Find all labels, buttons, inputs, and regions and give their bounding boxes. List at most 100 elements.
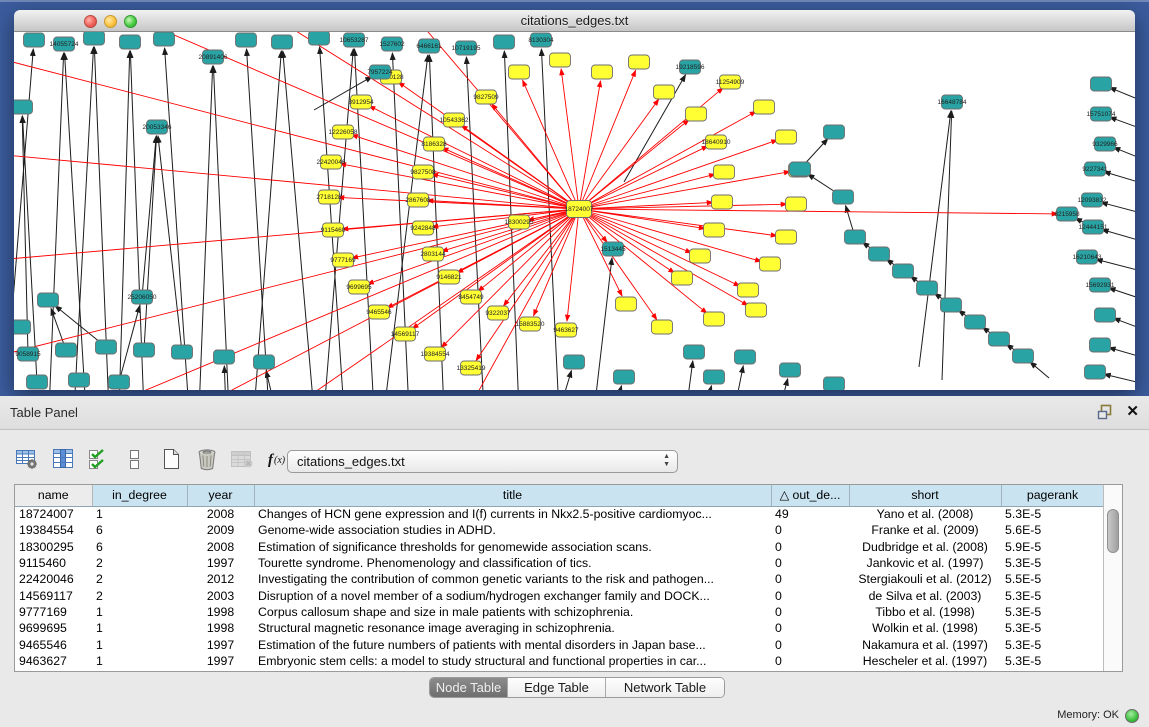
cell-pagerank[interactable]: 5.3E-5 <box>1001 506 1104 522</box>
cell-year[interactable]: 1998 <box>187 604 254 620</box>
cell-year[interactable]: 1997 <box>187 555 254 571</box>
cell-name[interactable]: 22420046 <box>15 571 92 587</box>
yellow-node[interactable] <box>686 107 707 121</box>
cell-title[interactable]: Disruption of a novel member of a sodium… <box>254 587 771 603</box>
table-row[interactable]: 946554611997Estimation of the future num… <box>15 636 1104 652</box>
show-columns-button[interactable] <box>48 444 78 474</box>
teal-node[interactable] <box>1085 365 1106 379</box>
teal-node[interactable] <box>614 370 635 384</box>
memory-status-indicator[interactable] <box>1125 709 1139 723</box>
cell-name[interactable]: 18300295 <box>15 539 92 555</box>
cell-name[interactable]: 18724007 <box>15 506 92 522</box>
cell-title[interactable]: Embryonic stem cells: a model to study s… <box>254 653 771 669</box>
cell-in_degree[interactable]: 2 <box>92 587 187 603</box>
yellow-node[interactable] <box>712 195 733 209</box>
cell-name[interactable]: 9699695 <box>15 620 92 636</box>
close-panel-icon[interactable]: ✕ <box>1126 404 1139 420</box>
column-header-short[interactable]: short <box>849 485 1001 506</box>
teal-node[interactable] <box>833 190 854 204</box>
cell-short[interactable]: Dudbridge et al. (2008) <box>849 539 1001 555</box>
yellow-node[interactable] <box>786 197 807 211</box>
yellow-node[interactable] <box>690 249 711 263</box>
cell-short[interactable]: Stergiakouli et al. (2012) <box>849 571 1001 587</box>
cell-name[interactable]: 14569117 <box>15 587 92 603</box>
cell-short[interactable]: Tibbo et al. (1998) <box>849 604 1001 620</box>
yellow-node[interactable] <box>550 53 571 67</box>
table-row[interactable]: 969969511998Structural magnetic resonanc… <box>15 620 1104 636</box>
yellow-node[interactable] <box>654 85 675 99</box>
teal-node[interactable] <box>965 315 986 329</box>
teal-node[interactable] <box>120 35 141 49</box>
teal-node[interactable] <box>38 293 59 307</box>
table-selector-dropdown[interactable]: citations_edges.txt ▲▼ <box>287 450 678 473</box>
cell-in_degree[interactable]: 1 <box>92 604 187 620</box>
teal-node[interactable] <box>56 343 77 357</box>
cell-out_degree[interactable]: 0 <box>771 539 849 555</box>
cell-pagerank[interactable]: 5.5E-5 <box>1001 571 1104 587</box>
network-graph[interactable]: 8660128891295412226058224200462718128911… <box>14 32 1135 390</box>
cell-year[interactable]: 1998 <box>187 620 254 636</box>
create-column-button[interactable] <box>156 444 186 474</box>
cell-in_degree[interactable]: 1 <box>92 620 187 636</box>
yellow-node[interactable] <box>776 230 797 244</box>
delete-columns-button[interactable] <box>192 444 222 474</box>
teal-node[interactable] <box>84 32 105 45</box>
teal-node[interactable] <box>214 350 235 364</box>
cell-pagerank[interactable]: 5.3E-5 <box>1001 604 1104 620</box>
teal-node[interactable] <box>236 33 257 47</box>
cell-in_degree[interactable]: 1 <box>92 636 187 652</box>
cell-pagerank[interactable]: 5.3E-5 <box>1001 636 1104 652</box>
network-canvas[interactable]: 8660128891295412226058224200462718128911… <box>14 32 1135 390</box>
cell-out_degree[interactable]: 0 <box>771 636 849 652</box>
cell-pagerank[interactable]: 5.9E-5 <box>1001 539 1104 555</box>
tab-edge-table[interactable]: Edge Table <box>508 678 606 697</box>
cell-out_degree[interactable]: 0 <box>771 620 849 636</box>
yellow-node[interactable] <box>714 165 735 179</box>
teal-node[interactable] <box>14 100 33 114</box>
teal-node[interactable] <box>494 35 515 49</box>
cell-pagerank[interactable]: 5.3E-5 <box>1001 587 1104 603</box>
cell-year[interactable]: 2009 <box>187 522 254 538</box>
cell-out_degree[interactable]: 0 <box>771 604 849 620</box>
cell-name[interactable]: 9777169 <box>15 604 92 620</box>
table-row[interactable]: 1938455462009Genome-wide association stu… <box>15 522 1104 538</box>
table-vertical-scrollbar[interactable] <box>1103 485 1122 671</box>
yellow-node[interactable] <box>754 100 775 114</box>
teal-node[interactable] <box>869 247 890 261</box>
tab-node-table[interactable]: Node Table <box>430 678 508 697</box>
cell-out_degree[interactable]: 49 <box>771 506 849 522</box>
table-mode-button[interactable] <box>12 444 42 474</box>
select-all-button[interactable] <box>84 444 114 474</box>
yellow-node[interactable] <box>704 312 725 326</box>
column-header-name[interactable]: name <box>15 485 92 506</box>
cell-in_degree[interactable]: 6 <box>92 522 187 538</box>
cell-year[interactable]: 1997 <box>187 636 254 652</box>
cell-title[interactable]: Investigating the contribution of common… <box>254 571 771 587</box>
cell-short[interactable]: de Silva et al. (2003) <box>849 587 1001 603</box>
teal-node[interactable] <box>309 32 330 45</box>
teal-node[interactable] <box>824 125 845 139</box>
teal-node[interactable] <box>172 345 193 359</box>
teal-node[interactable] <box>989 332 1010 346</box>
cell-short[interactable]: Jankovic et al. (1997) <box>849 555 1001 571</box>
cell-in_degree[interactable]: 1 <box>92 506 187 522</box>
teal-node[interactable] <box>134 343 155 357</box>
cell-pagerank[interactable]: 5.3E-5 <box>1001 620 1104 636</box>
teal-node[interactable] <box>704 370 725 384</box>
teal-node[interactable] <box>780 363 801 377</box>
table-row[interactable]: 1830029562008Estimation of significance … <box>15 539 1104 555</box>
cell-short[interactable]: Wolkin et al. (1998) <box>849 620 1001 636</box>
column-header-year[interactable]: year <box>187 485 254 506</box>
column-header-pagerank[interactable]: pagerank <box>1001 485 1104 506</box>
teal-node[interactable] <box>272 35 293 49</box>
cell-name[interactable]: 9115460 <box>15 555 92 571</box>
teal-node[interactable] <box>917 281 938 295</box>
teal-node[interactable] <box>69 373 90 387</box>
yellow-node[interactable] <box>704 223 725 237</box>
cell-title[interactable]: Structural magnetic resonance image aver… <box>254 620 771 636</box>
cell-out_degree[interactable]: 0 <box>771 555 849 571</box>
teal-node[interactable] <box>1090 338 1111 352</box>
teal-node[interactable] <box>893 264 914 278</box>
teal-node[interactable] <box>1095 308 1116 322</box>
teal-node[interactable] <box>941 298 962 312</box>
